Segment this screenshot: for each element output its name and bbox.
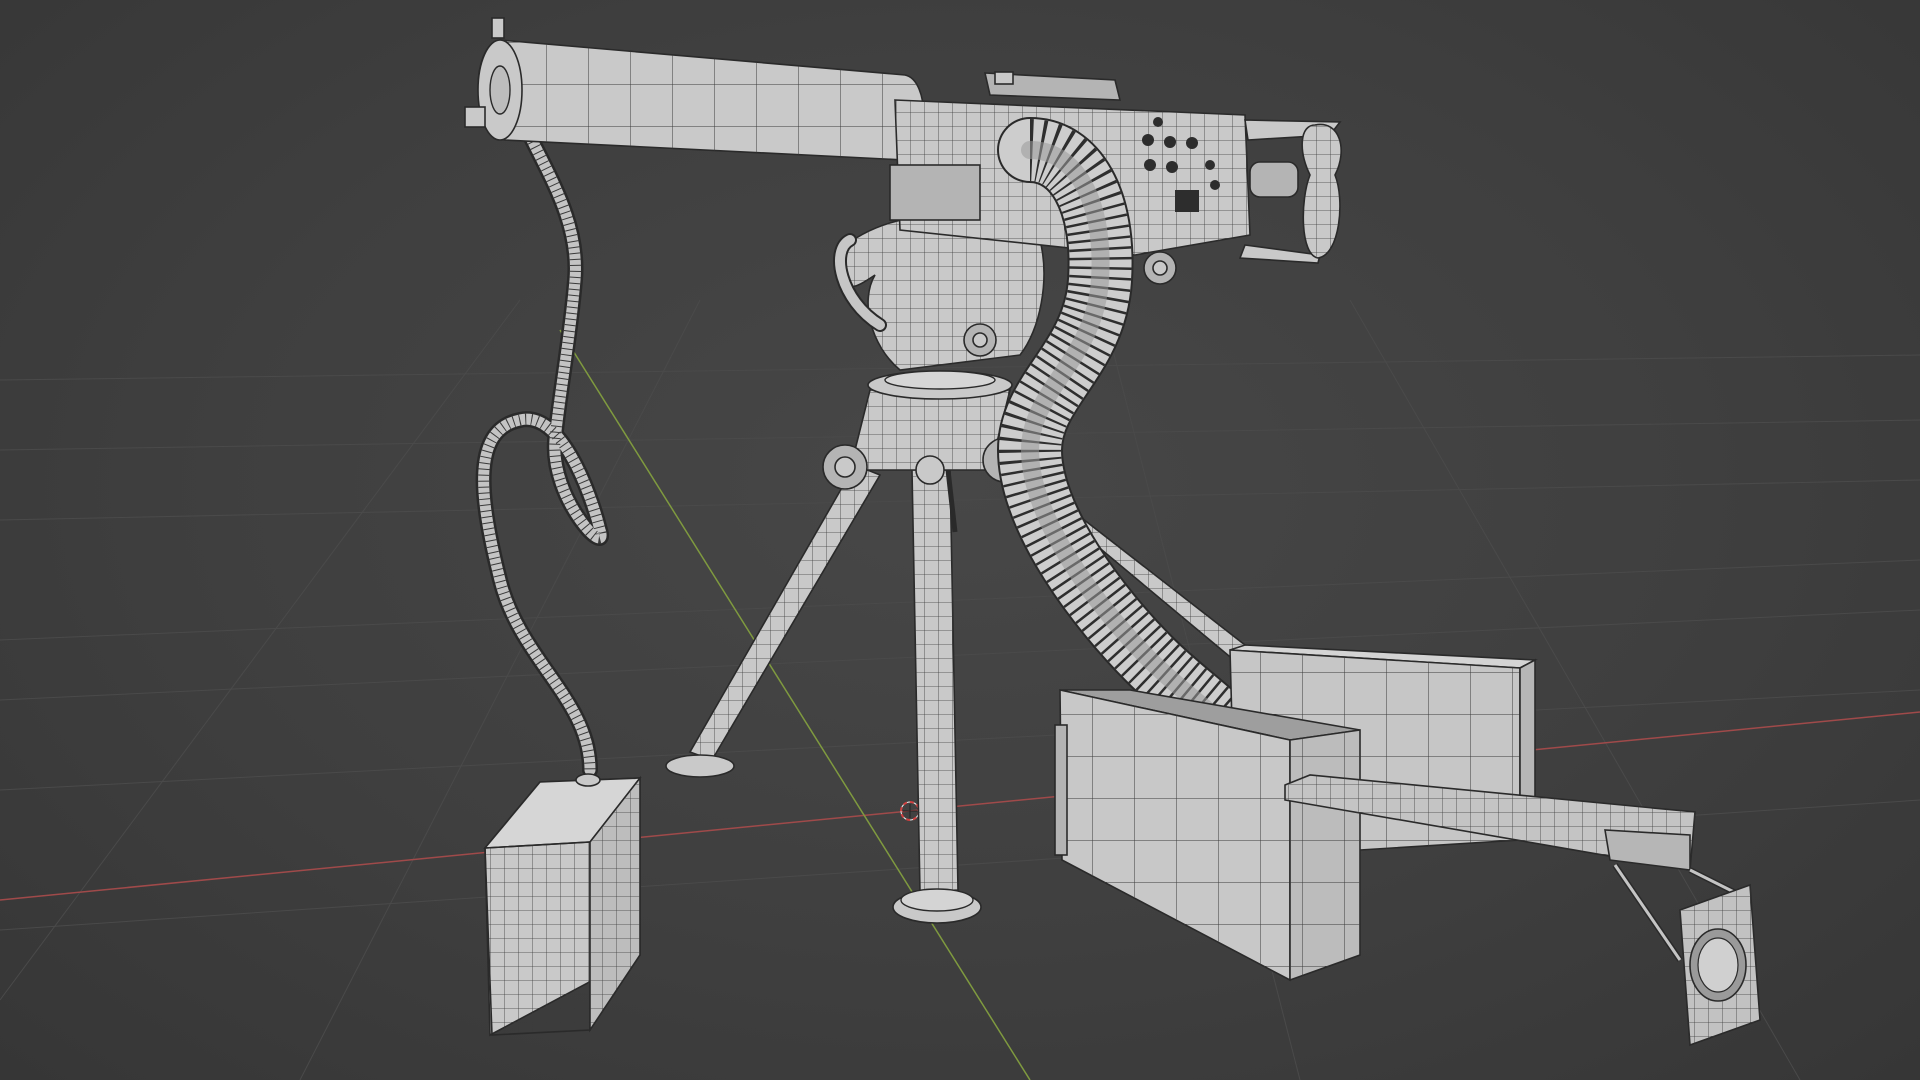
ammo-box-open[interactable]	[1054, 689, 1361, 982]
tripod-leg-front[interactable]	[892, 469, 982, 924]
coolant-can[interactable]	[483, 773, 642, 1037]
spade-grip-handle[interactable]	[1238, 119, 1342, 264]
viewport-canvas[interactable]	[0, 0, 1920, 1080]
3d-viewport[interactable]	[0, 0, 1920, 1080]
machine-gun-barrel[interactable]	[464, 17, 925, 161]
3d-cursor[interactable]	[900, 801, 920, 821]
target-plate[interactable]	[1612, 863, 1761, 1047]
coolant-hose[interactable]	[475, 117, 609, 778]
tripod-leg-left[interactable]	[665, 463, 882, 778]
